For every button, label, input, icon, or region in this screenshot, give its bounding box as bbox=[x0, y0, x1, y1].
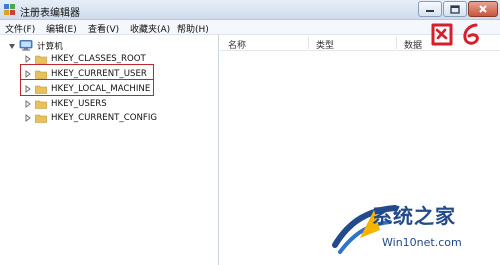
tree-item-hkey-current-config[interactable]: HKEY_CURRENT_CONFIG bbox=[24, 111, 157, 124]
close-icon bbox=[479, 5, 487, 13]
tree-item-label: HKEY_CLASSES_ROOT bbox=[51, 53, 146, 64]
menu-edit[interactable]: 编辑(E) bbox=[46, 22, 77, 35]
figure-annotation-mark bbox=[431, 23, 479, 46]
folder-icon bbox=[35, 100, 47, 109]
tree-item-label: HKEY_CURRENT_CONFIG bbox=[51, 112, 158, 123]
column-type[interactable]: 类型 bbox=[316, 38, 334, 51]
maximize-button[interactable] bbox=[443, 1, 467, 17]
maximize-icon bbox=[450, 4, 460, 14]
computer-icon bbox=[19, 40, 33, 51]
expand-arrow-icon[interactable] bbox=[24, 99, 32, 108]
watermark-brand-text: 系统之家 bbox=[372, 204, 456, 228]
column-divider[interactable] bbox=[396, 37, 397, 49]
highlight-box-current-user bbox=[20, 64, 154, 80]
tree-item-label: HKEY_USERS bbox=[51, 98, 107, 109]
menu-view[interactable]: 查看(V) bbox=[88, 22, 119, 35]
close-button[interactable] bbox=[468, 1, 498, 17]
menu-bar: 文件(F) 编辑(E) 查看(V) 收藏夹(A) 帮助(H) bbox=[0, 20, 500, 35]
menu-favorites[interactable]: 收藏夹(A) bbox=[130, 22, 170, 35]
highlight-box-local-machine bbox=[20, 79, 154, 96]
menu-file[interactable]: 文件(F) bbox=[5, 22, 35, 35]
menu-help[interactable]: 帮助(H) bbox=[177, 22, 209, 35]
registry-tree[interactable]: 计算机 HKEY_CLASSES_ROOT HKEY_CURRENT_USER … bbox=[0, 35, 219, 265]
expand-arrow-icon[interactable] bbox=[24, 54, 32, 63]
title-bar: 注册表编辑器 bbox=[0, 0, 500, 20]
folder-icon bbox=[35, 55, 47, 64]
tree-item-hkey-users[interactable]: HKEY_USERS bbox=[24, 97, 107, 110]
minimize-icon bbox=[426, 10, 434, 12]
minimize-button[interactable] bbox=[418, 1, 442, 17]
window-title: 注册表编辑器 bbox=[20, 8, 80, 19]
column-divider[interactable] bbox=[308, 37, 309, 49]
tree-root-computer[interactable]: 计算机 bbox=[8, 39, 63, 52]
watermark-site-text: Win10net.com bbox=[382, 236, 462, 249]
expand-arrow-icon[interactable] bbox=[24, 113, 32, 122]
folder-icon bbox=[35, 114, 47, 123]
registry-editor-icon bbox=[4, 4, 15, 15]
collapse-arrow-icon[interactable] bbox=[8, 42, 16, 50]
column-data[interactable]: 数据 bbox=[404, 38, 422, 51]
column-name[interactable]: 名称 bbox=[228, 38, 246, 51]
tree-root-label: 计算机 bbox=[37, 41, 63, 52]
